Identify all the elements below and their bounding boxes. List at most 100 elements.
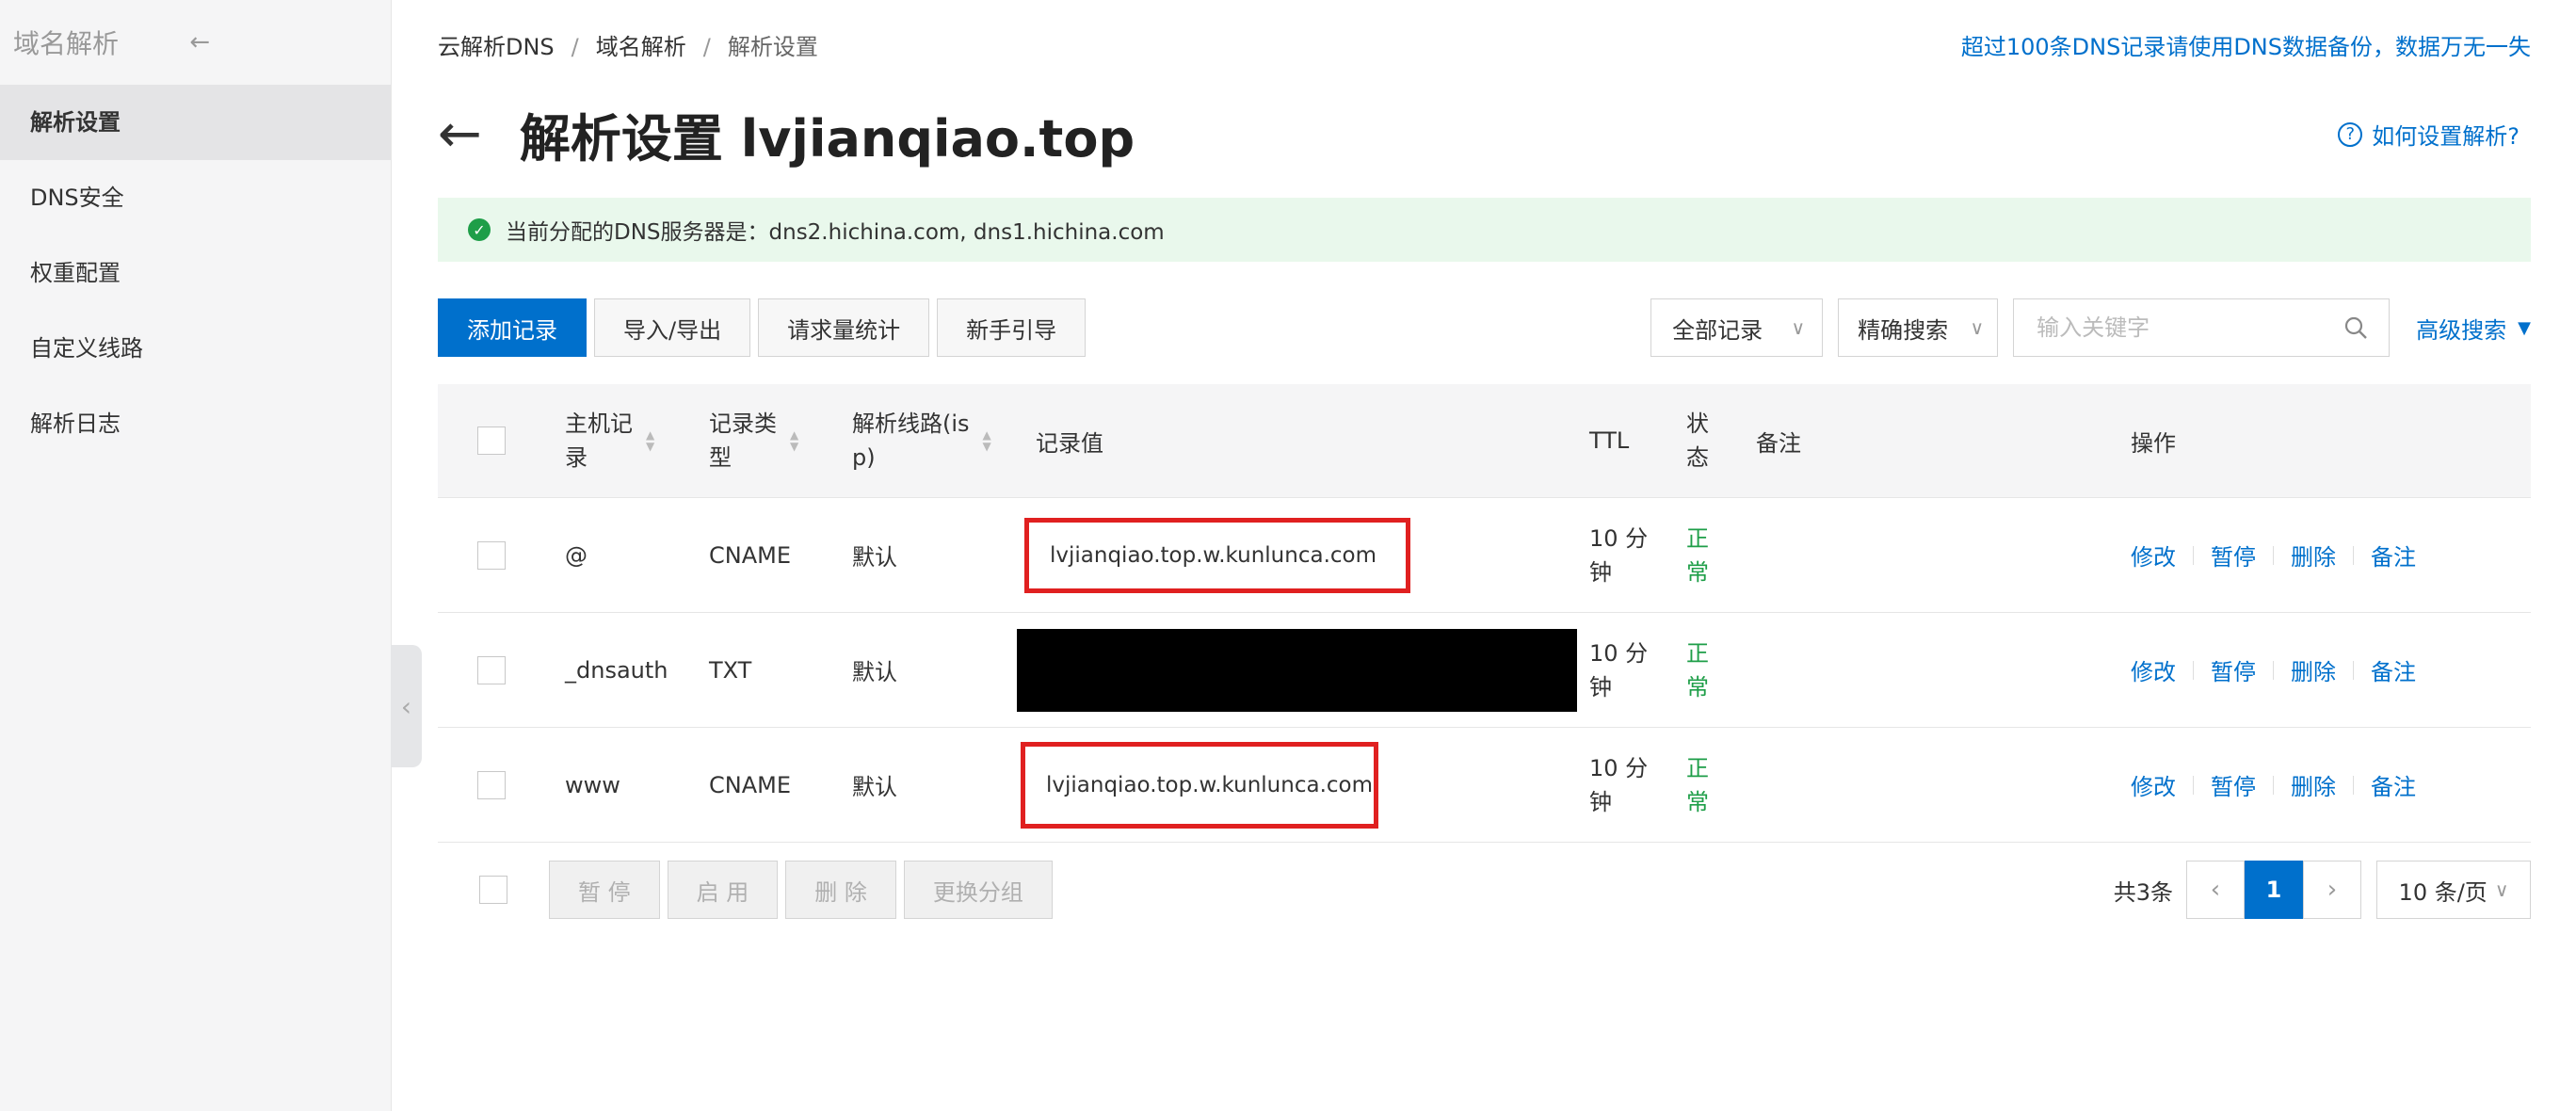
col-host[interactable]: 主机记 录 ▲ ▼ [565,407,709,475]
breadcrumb-item: 解析设置 [727,34,818,60]
total-count: 共3条 [2113,878,2173,906]
batch-delete-button[interactable]: 删 除 [785,861,896,919]
cell-line: 默认 [852,774,897,800]
cell-type: TXT [709,656,752,684]
cell-value-text: lvjianqiao.top.w.kunlunca.com [1046,772,1374,797]
sidebar-item-resolution-settings[interactable]: 解析设置 [0,85,391,160]
note-link[interactable]: 备注 [2371,539,2416,572]
status-badge: 正 常 [1686,524,1709,586]
search-input[interactable] [2035,314,2341,342]
cell-ttl: 10 分 钟 [1589,524,1649,586]
next-page-button[interactable]: › [2303,861,2361,919]
select-all-checkbox[interactable] [477,427,506,455]
table-footer: 暂 停 启 用 删 除 更换分组 共3条 ‹ 1 › 10 条/页 ∨ [438,843,2531,937]
table-row: www CNAME 默认 lvjianqiao.top.w.kunlunca.c… [438,728,2531,843]
select-all-footer-checkbox[interactable] [479,876,507,904]
cell-ttl: 10 分 钟 [1589,639,1649,700]
breadcrumb-item[interactable]: 域名解析 [596,34,686,60]
cell-host: @ [565,541,588,569]
backup-notice-link[interactable]: 超过100条DNS记录请使用DNS数据备份，数据万无一失 [1961,28,2531,61]
edit-link[interactable]: 修改 [2131,768,2176,801]
cell-type: CNAME [709,541,791,569]
back-arrow-icon[interactable]: ← [438,107,482,161]
cell-host: _dnsauth [565,656,668,684]
caret-down-icon: ▼ [2518,317,2531,338]
check-circle-icon: ✓ [468,218,491,241]
col-note: 备注 [1756,429,1801,457]
edit-link[interactable]: 修改 [2131,653,2176,686]
highlight-box: lvjianqiao.top.w.kunlunca.com [1021,741,1378,829]
topbar: 云解析DNS / 域名解析 / 解析设置 超过100条DNS记录请使用DNS数据备份，数… [438,0,2531,89]
advanced-search-label: 高级搜索 [2416,316,2507,344]
search-mode-value: 精确搜索 [1858,316,1949,344]
guide-button[interactable]: 新手引导 [937,298,1087,357]
page-size-select[interactable]: 10 条/页 ∨ [2376,861,2531,919]
record-filter-select[interactable]: 全部记录 ∨ [1650,298,1824,357]
cell-type: CNAME [709,771,791,798]
prev-page-button[interactable]: ‹ [2186,861,2245,919]
import-export-button[interactable]: 导入/导出 [594,298,751,357]
col-type[interactable]: 记录类 型 ▲ ▼ [709,407,852,475]
note-link[interactable]: 备注 [2371,653,2416,686]
search-box [2013,298,2391,357]
sidebar-item-resolution-log[interactable]: 解析日志 [0,386,391,461]
row-checkbox[interactable] [477,540,506,570]
table-header: 主机记 录 ▲ ▼ 记录类 型 ▲ ▼ 解析线路(is p) ▲ ▼ 记录值 TTL … [438,384,2531,498]
col-type-label: 记录类 型 [709,411,777,471]
search-mode-select[interactable]: 精确搜索 ∨ [1838,298,1999,357]
request-stats-button[interactable]: 请求量统计 [758,298,930,357]
dns-server-notice: ✓ 当前分配的DNS服务器是：dns2.hichina.com, dns1.hi… [438,198,2531,262]
row-checkbox[interactable] [477,655,506,684]
cell-ttl: 10 分 钟 [1589,754,1649,815]
chevron-down-icon: ∨ [1791,316,1806,339]
page-size-value: 10 条/页 [2398,878,2487,906]
breadcrumb: 云解析DNS / 域名解析 / 解析设置 [438,34,818,60]
cell-value-text: lvjianqiao.top.w.kunlunca.com [1050,542,1377,568]
chevron-down-icon: ∨ [1970,316,1985,339]
sort-icon: ▲ ▼ [790,428,799,453]
highlight-box: lvjianqiao.top.w.kunlunca.com [1024,517,1410,593]
arrow-left-icon[interactable]: ← [189,28,210,56]
question-icon: ? [2338,121,2363,147]
cell-line: 默认 [852,544,897,571]
sidebar-title: 域名解析 [13,28,120,59]
note-link[interactable]: 备注 [2371,768,2416,801]
records-table: 主机记 录 ▲ ▼ 记录类 型 ▲ ▼ 解析线路(is p) ▲ ▼ 记录值 TTL … [438,384,2531,937]
pause-link[interactable]: 暂停 [2211,768,2256,801]
cell-line: 默认 [852,659,897,685]
advanced-search-toggle[interactable]: 高级搜索 ▼ [2416,312,2531,345]
breadcrumb-item[interactable]: 云解析DNS [438,34,555,60]
sort-icon: ▲ ▼ [646,428,655,453]
title-row: ← 解析设置 lvjianqiao.top ? 如何设置解析? [438,89,2531,179]
delete-link[interactable]: 删除 [2291,539,2336,572]
table-row: @ CNAME 默认 lvjianqiao.top.w.kunlunca.com… [438,498,2531,613]
sidebar-item-custom-lines[interactable]: 自定义线路 [0,311,391,386]
batch-pause-button[interactable]: 暂 停 [549,861,660,919]
sidebar-item-weight-config[interactable]: 权重配置 [0,235,391,311]
col-line[interactable]: 解析线路(is p) ▲ ▼ [852,407,1036,475]
page-1-button[interactable]: 1 [2245,861,2303,919]
edit-link[interactable]: 修改 [2131,539,2176,572]
row-actions: 修改 暂停 删除 备注 [2131,539,2531,572]
col-host-label: 主机记 录 [565,411,633,471]
sidebar-collapse-handle[interactable]: ‹ [391,645,422,767]
batch-enable-button[interactable]: 启 用 [667,861,779,919]
pagination: 共3条 ‹ 1 › 10 条/页 ∨ [2114,861,2531,919]
record-filter-value: 全部记录 [1672,316,1763,344]
pause-link[interactable]: 暂停 [2211,653,2256,686]
dns-server-text: 当前分配的DNS服务器是：dns2.hichina.com, dns1.hich… [506,220,1165,245]
search-icon[interactable] [2343,315,2368,340]
add-record-button[interactable]: 添加记录 [438,298,587,357]
help-link[interactable]: ? 如何设置解析? [2338,118,2520,151]
page-title: 解析设置 lvjianqiao.top [519,109,1135,169]
delete-link[interactable]: 删除 [2291,653,2336,686]
toolbar: 添加记录 导入/导出 请求量统计 新手引导 全部记录 ∨ 精确搜索 ∨ 输入关键… [438,298,2531,358]
delete-link[interactable]: 删除 [2291,768,2336,801]
sort-icon: ▲ ▼ [982,428,991,453]
change-group-button[interactable]: 更换分组 [903,861,1053,919]
status-badge: 正 常 [1686,754,1709,815]
pause-link[interactable]: 暂停 [2211,539,2256,572]
sidebar-item-dns-security[interactable]: DNS安全 [0,160,391,235]
row-actions: 修改 暂停 删除 备注 [2131,768,2531,801]
row-checkbox[interactable] [477,770,506,799]
